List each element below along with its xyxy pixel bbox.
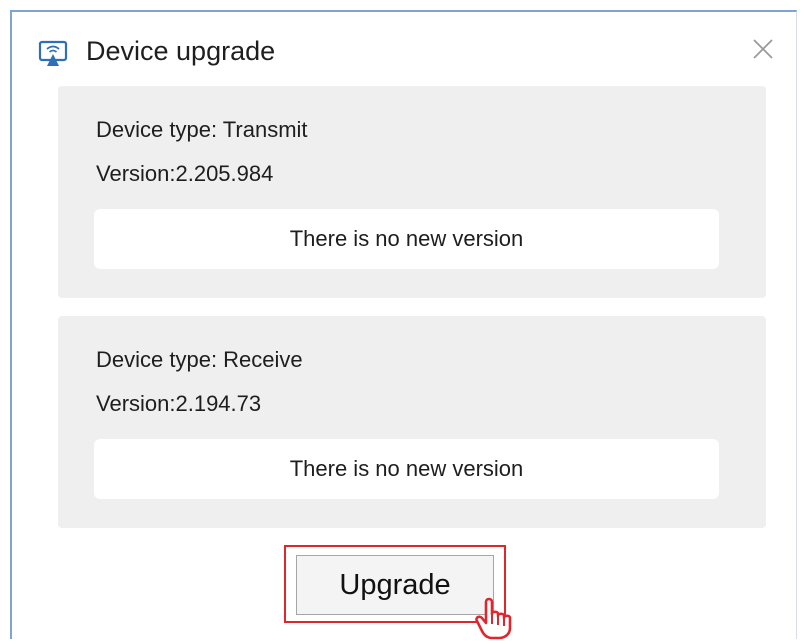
device-type-label: Device type: Transmit <box>96 117 308 142</box>
screen-cast-icon <box>38 40 68 66</box>
upgrade-button[interactable]: Upgrade <box>296 555 494 615</box>
device-type-label: Device type: Receive <box>96 347 303 372</box>
close-icon[interactable] <box>748 34 778 64</box>
hand-pointer-icon <box>475 597 512 640</box>
screen: Device upgrade Device type: Transmit Ver… <box>0 0 801 641</box>
device-version-label: Version:2.194.73 <box>96 391 262 416</box>
device-panel-receive: Device type: Receive Version:2.194.73 Th… <box>58 316 766 528</box>
version-status: There is no new version <box>94 209 719 269</box>
version-status: There is no new version <box>94 439 719 499</box>
device-panel-transmit: Device type: Transmit Version:2.205.984 … <box>58 86 766 298</box>
dialog-title: Device upgrade <box>86 36 276 66</box>
device-version-label: Version:2.205.984 <box>96 161 274 186</box>
title-bar: Device upgrade <box>12 12 796 82</box>
